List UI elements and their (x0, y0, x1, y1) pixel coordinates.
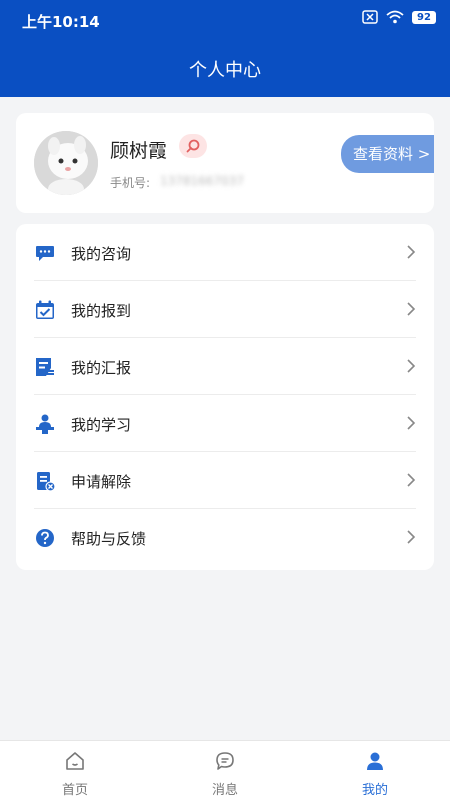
tab-messages[interactable]: 消息 (150, 741, 300, 800)
help-icon (36, 529, 54, 547)
wifi-icon (386, 10, 404, 24)
status-time: 上午10:14 (22, 13, 100, 31)
phone-label: 手机号: (110, 176, 151, 190)
report-icon (36, 358, 54, 376)
menu-item-checkin[interactable]: 我的报到 (16, 281, 434, 338)
menu-item-label: 帮助与反馈 (71, 530, 147, 548)
chevron-right-icon (407, 359, 416, 373)
tab-label: 首页 (61, 783, 88, 798)
status-bar: 上午10:14 92 (0, 0, 450, 38)
message-icon (216, 752, 234, 770)
tab-mine[interactable]: 我的 (300, 741, 450, 800)
chevron-right-icon (407, 245, 416, 259)
calendar-check-icon (36, 300, 54, 319)
menu-item-consult[interactable]: 我的咨询 (16, 224, 434, 281)
chevron-right-icon (407, 473, 416, 487)
menu-item-study[interactable]: 我的学习 (16, 395, 434, 452)
chevron-right-icon (407, 530, 416, 544)
page-title: 个人中心 (189, 60, 261, 81)
chat-bubble-icon (36, 246, 54, 261)
tab-home[interactable]: 首页 (0, 741, 150, 800)
verified-badge (179, 134, 207, 158)
tab-label: 消息 (211, 783, 238, 798)
profile-card: 顾树霞 手机号: 13781667037 查看资料 > (16, 113, 434, 213)
tab-bar: 首页 消息 我的 (0, 740, 450, 800)
status-icons: 92 (362, 10, 436, 24)
avatar-image (34, 131, 98, 195)
header-bar: 上午10:14 92 个人中心 (0, 0, 450, 97)
home-icon (66, 752, 84, 770)
phone-value: 13781667037 (160, 174, 244, 188)
chevron-right-icon (407, 302, 416, 316)
document-cancel-icon (37, 472, 56, 492)
menu-item-release-request[interactable]: 申请解除 (16, 452, 434, 509)
menu-list: 我的咨询 我的报到 我的汇报 我的学习 申请解除 帮助与反馈 (16, 224, 434, 570)
search-badge-icon (186, 139, 200, 153)
user-name: 顾树霞 (110, 140, 168, 162)
chevron-right-icon (407, 416, 416, 430)
lecturer-icon (36, 414, 54, 434)
menu-item-report[interactable]: 我的汇报 (16, 338, 434, 395)
user-icon (367, 752, 383, 770)
menu-item-label: 我的学习 (71, 416, 132, 434)
menu-item-label: 我的咨询 (71, 245, 132, 263)
view-profile-button[interactable]: 查看资料 > (341, 135, 434, 173)
battery-indicator: 92 (412, 10, 436, 24)
menu-item-help-feedback[interactable]: 帮助与反馈 (16, 509, 434, 566)
menu-item-label: 我的报到 (71, 302, 132, 320)
menu-item-label: 我的汇报 (71, 359, 132, 377)
sim-icon (362, 10, 378, 24)
menu-item-label: 申请解除 (71, 473, 132, 491)
avatar[interactable] (34, 131, 98, 195)
tab-label: 我的 (361, 783, 388, 798)
